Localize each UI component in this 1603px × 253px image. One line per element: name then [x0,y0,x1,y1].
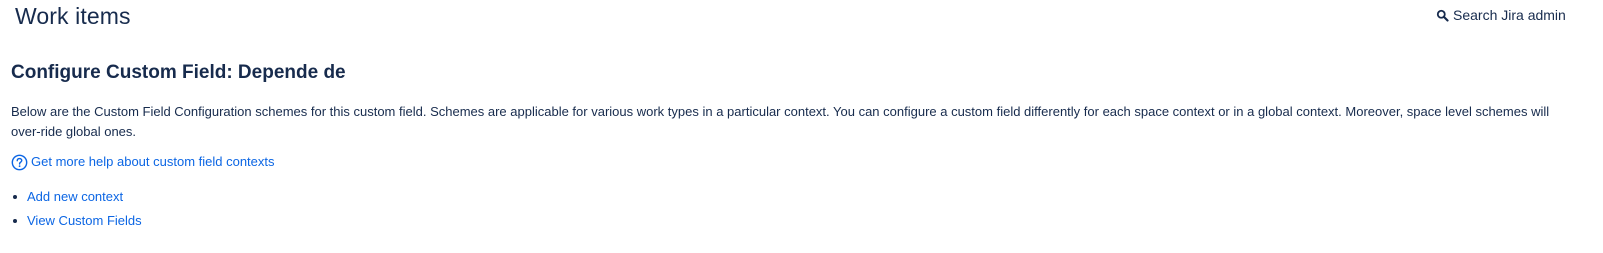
search-label: Search Jira admin [1453,7,1566,23]
page-title: Configure Custom Field: Depende de [11,62,346,83]
view-custom-fields-link[interactable]: View Custom Fields [27,213,142,228]
page-header-title: Work items [15,3,131,29]
search-jira-admin-link[interactable]: Search Jira admin [1436,7,1566,23]
bullet [13,218,17,223]
page-description: Below are the Custom Field Configuration… [11,104,1550,139]
bullet [13,195,17,199]
list-item: Add new context [11,185,142,209]
page: Work items Search Jira admin Configure C… [0,0,1603,253]
help-circle-icon [11,154,28,171]
help-link[interactable]: Get more help about custom field context… [11,153,275,171]
help-link-label: Get more help about custom field context… [31,154,275,169]
add-new-context-link[interactable]: Add new context [27,189,123,204]
search-icon [1436,9,1449,22]
list-item: View Custom Fields [11,209,142,233]
actions-list: Add new context View Custom Fields [11,185,142,232]
